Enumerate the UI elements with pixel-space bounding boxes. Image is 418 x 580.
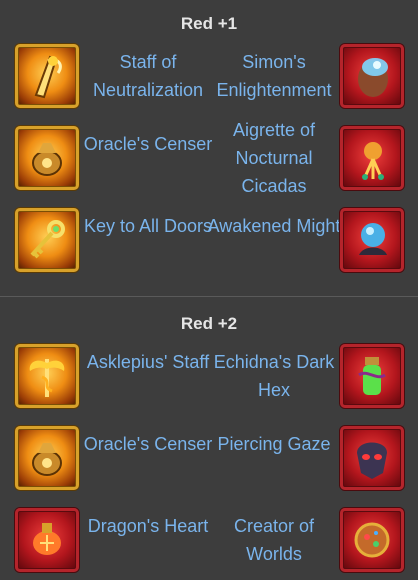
item-name-staff-of-neutralization[interactable]: Staff of Neutralization: [78, 48, 218, 104]
key-icon[interactable]: [15, 208, 79, 272]
item-name-oracles-censer[interactable]: Oracle's Censer: [78, 130, 218, 158]
lantern-icon[interactable]: [15, 508, 79, 572]
item-name-aigrette-of-nocturnal-cicadas[interactable]: Aigrette of Nocturnal Cicadas: [204, 116, 344, 200]
item-name-key-to-all-doors[interactable]: Key to All Doors: [78, 212, 218, 240]
item-row: Oracle's Censer Piercing Gaze: [0, 422, 418, 494]
item-row: Staff of Neutralization Simon's Enlighte…: [0, 40, 418, 112]
item-row: Asklepius' Staff Echidna's Dark Hex: [0, 340, 418, 412]
section-title: Red +2: [180, 314, 238, 333]
item-name-echidnas-dark-hex[interactable]: Echidna's Dark Hex: [204, 348, 344, 404]
staff-icon[interactable]: [15, 44, 79, 108]
orb-hand-icon[interactable]: [340, 208, 404, 272]
item-name-simons-enlightenment[interactable]: Simon's Enlightenment: [204, 48, 344, 104]
section-red-plus-1: Red +1 Staff of Neutralization Simon's E…: [0, 0, 418, 296]
potion-icon[interactable]: [340, 344, 404, 408]
glowing-head-icon[interactable]: [340, 44, 404, 108]
item-row: Dragon's Heart Creator of Worlds: [0, 504, 418, 576]
censer-icon[interactable]: [15, 126, 79, 190]
aigrette-icon[interactable]: [340, 126, 404, 190]
censer-icon[interactable]: [15, 426, 79, 490]
item-row: Oracle's Censer Aigrette of Nocturnal Ci…: [0, 120, 418, 196]
planet-icon[interactable]: [340, 508, 404, 572]
section-red-plus-2: Red +2 Asklepius' Staff Echidna's Dark H…: [0, 296, 418, 580]
section-title: Red +1: [180, 14, 238, 33]
item-name-awakened-might[interactable]: Awakened Might: [204, 212, 344, 240]
item-name-oracles-censer-2[interactable]: Oracle's Censer: [78, 430, 218, 458]
winged-staff-icon[interactable]: [15, 344, 79, 408]
item-name-dragons-heart[interactable]: Dragon's Heart: [78, 512, 218, 540]
item-name-creator-of-worlds[interactable]: Creator of Worlds: [204, 512, 344, 568]
item-name-piercing-gaze[interactable]: Piercing Gaze: [204, 430, 344, 458]
item-name-asklepius-staff[interactable]: Asklepius' Staff: [78, 348, 218, 376]
item-row: Key to All Doors Awakened Might: [0, 204, 418, 276]
mask-icon[interactable]: [340, 426, 404, 490]
